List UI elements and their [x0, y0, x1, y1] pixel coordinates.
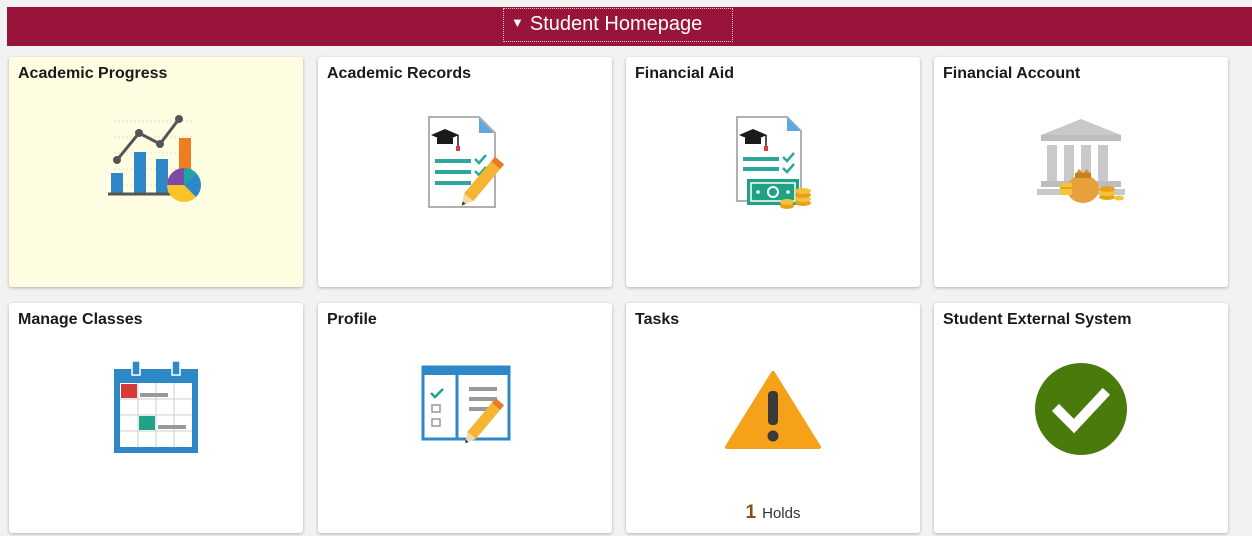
tile-title: Academic Progress: [18, 65, 168, 82]
holds-label: Holds: [762, 505, 801, 522]
page-title: Student Homepage: [529, 13, 703, 35]
tile-title: Manage Classes: [18, 311, 143, 328]
bank-icon: [934, 115, 1228, 216]
tile-academic-progress[interactable]: Academic Progress: [9, 57, 303, 287]
tile-title: Profile: [327, 311, 377, 328]
warning-icon: [626, 369, 920, 456]
tile-financial-aid[interactable]: Financial Aid: [626, 57, 920, 287]
homepage-selector[interactable]: ▼ Student Homepage: [503, 8, 733, 42]
tile-title: Academic Records: [327, 65, 472, 82]
top-bar: ▼ Student Homepage: [7, 7, 1252, 46]
tile-title: Financial Aid: [635, 65, 734, 82]
tile-manage-classes[interactable]: Manage Classes: [9, 303, 303, 533]
tile-financial-account[interactable]: Financial Account: [934, 57, 1228, 287]
calendar-icon: [9, 359, 303, 464]
tile-profile[interactable]: Profile: [318, 303, 612, 533]
financial-document-icon: [626, 113, 920, 218]
tile-student-external-system[interactable]: Student External System: [934, 303, 1228, 533]
tile-title: Financial Account: [943, 65, 1081, 82]
check-circle-icon: [934, 361, 1228, 462]
holds-number: 1: [745, 502, 757, 523]
tile-title: Tasks: [635, 311, 680, 328]
tile-tasks[interactable]: Tasks 1 Holds: [626, 303, 920, 533]
caret-down-icon: ▼: [511, 15, 524, 30]
holds-count: 1 Holds: [626, 502, 920, 524]
tile-title: Student External System: [943, 311, 1132, 328]
tile-academic-records[interactable]: Academic Records: [318, 57, 612, 287]
chart-icon: [9, 113, 303, 214]
document-icon: [318, 113, 612, 218]
profile-form-icon: [318, 363, 612, 458]
